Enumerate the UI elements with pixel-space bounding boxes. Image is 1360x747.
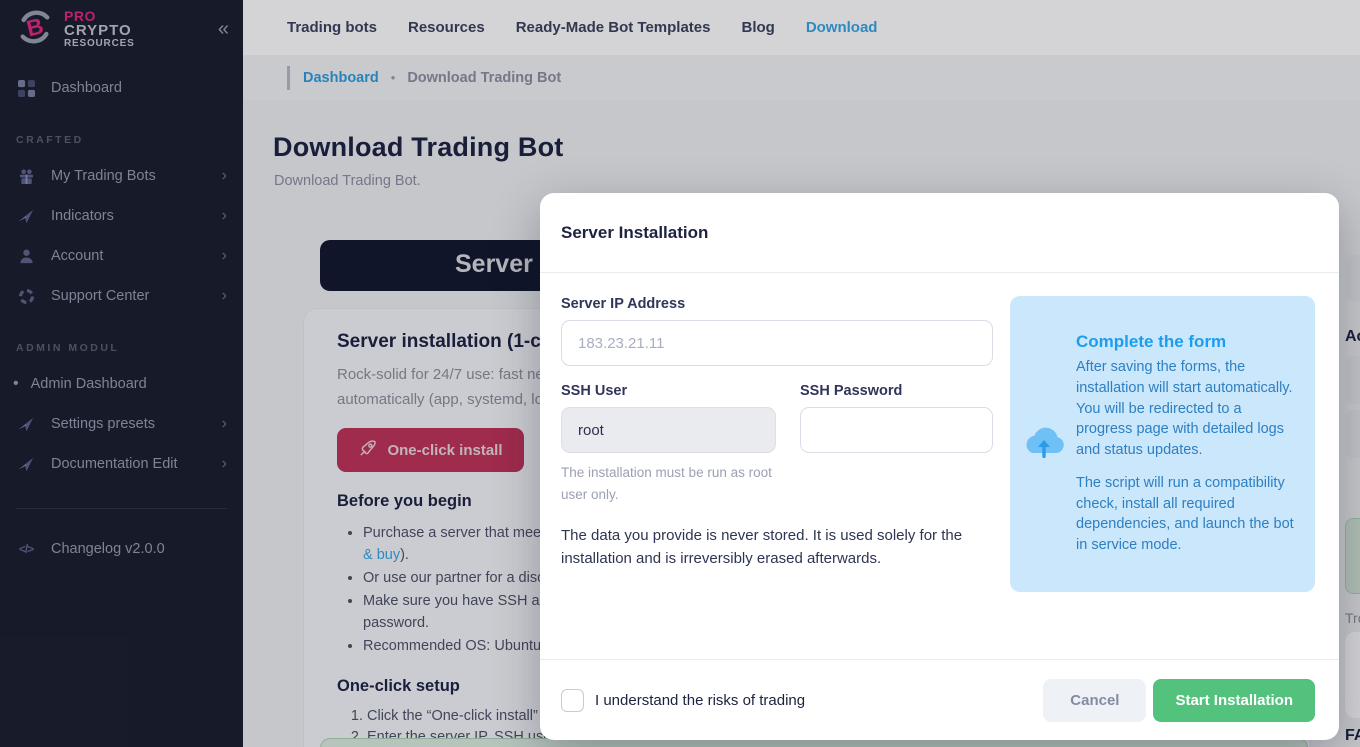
- ssh-user-label: SSH User: [561, 383, 628, 399]
- ssh-user-input: [561, 407, 776, 453]
- modal-body: Server IP Address SSH User The installat…: [540, 273, 1339, 659]
- cancel-button[interactable]: Cancel: [1043, 678, 1147, 722]
- server-ip-label: Server IP Address: [561, 296, 686, 312]
- modal-actions: Cancel Start Installation: [1043, 678, 1315, 722]
- info-panel: Complete the form After saving the forms…: [1010, 296, 1315, 592]
- risk-checkbox-label: I understand the risks of trading: [595, 691, 806, 709]
- ssh-password-input[interactable]: [800, 407, 993, 453]
- server-ip-input[interactable]: [561, 320, 993, 366]
- modal-form: Server IP Address SSH User The installat…: [561, 296, 993, 571]
- server-installation-modal: Server Installation Server IP Address SS…: [540, 193, 1339, 740]
- risk-checkbox[interactable]: [561, 688, 584, 712]
- privacy-note: The data you provide is never stored. It…: [561, 527, 963, 568]
- modal-header: Server Installation: [540, 193, 1339, 273]
- start-installation-button[interactable]: Start Installation: [1153, 678, 1315, 722]
- ssh-user-help: The installation must be run as root use…: [561, 465, 772, 502]
- app-window: B PRO CRYPTO RESOURCES « Dashboard CRAFT…: [0, 0, 1360, 747]
- modal-title: Server Installation: [561, 222, 709, 242]
- info-heading: Complete the form: [1076, 332, 1227, 352]
- ssh-password-label: SSH Password: [800, 383, 903, 399]
- modal-footer: I understand the risks of trading Cancel…: [540, 659, 1339, 740]
- info-paragraph: After saving the forms, the installation…: [1076, 359, 1293, 458]
- info-paragraph: The script will run a compatibility chec…: [1076, 475, 1294, 554]
- risk-acknowledgement: I understand the risks of trading: [561, 688, 806, 712]
- cloud-upload-icon: [1022, 426, 1066, 462]
- info-text: Complete the form After saving the forms…: [1076, 332, 1301, 555]
